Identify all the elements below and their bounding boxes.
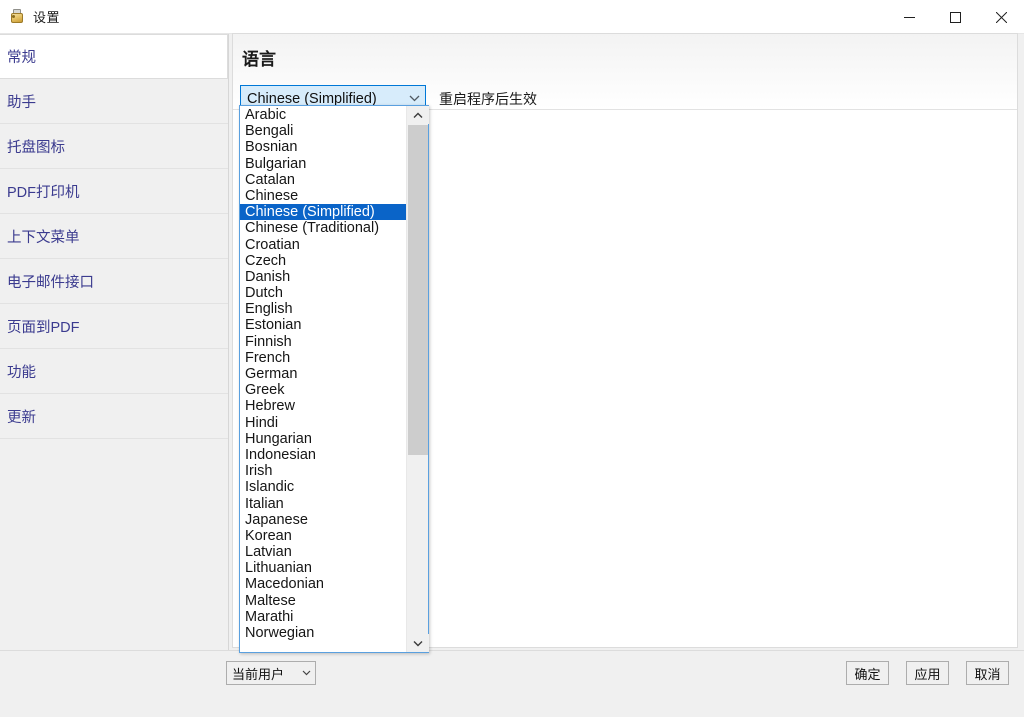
list-item[interactable]: Greek bbox=[240, 382, 406, 398]
ok-button[interactable]: 确定 bbox=[846, 661, 889, 685]
dropdown-options: Arabic Bengali Bosnian Bulgarian Catalan… bbox=[240, 106, 406, 652]
list-item[interactable]: Arabic bbox=[240, 107, 406, 123]
list-item[interactable]: Bosnian bbox=[240, 139, 406, 155]
settings-app-icon bbox=[8, 8, 26, 26]
scope-combobox-value: 当前用户 bbox=[232, 666, 285, 682]
list-item[interactable]: French bbox=[240, 350, 406, 366]
sidebar-item-pdf-printer[interactable]: PDF打印机 bbox=[0, 169, 228, 214]
list-item[interactable]: Macedonian bbox=[240, 576, 406, 592]
list-item[interactable]: Latvian bbox=[240, 544, 406, 560]
window-title: 设置 bbox=[33, 10, 61, 25]
list-item-selected[interactable]: Chinese (Simplified) bbox=[240, 204, 406, 221]
close-icon[interactable] bbox=[978, 0, 1024, 34]
sidebar-item-features[interactable]: 功能 bbox=[0, 349, 228, 394]
list-item[interactable]: Lithuanian bbox=[240, 560, 406, 576]
window-controls bbox=[886, 0, 1024, 34]
page-title: 语言 bbox=[242, 50, 276, 70]
sidebar-item-label: PDF打印机 bbox=[7, 184, 80, 201]
sidebar-item-assistant[interactable]: 助手 bbox=[0, 79, 228, 124]
sidebar-item-general[interactable]: 常规 bbox=[0, 34, 228, 79]
list-item[interactable]: Hindi bbox=[240, 415, 406, 431]
list-item[interactable]: Maltese bbox=[240, 593, 406, 609]
list-item[interactable]: Irish bbox=[240, 463, 406, 479]
maximize-icon[interactable] bbox=[932, 0, 978, 34]
chevron-up-icon[interactable] bbox=[407, 106, 429, 124]
settings-window: 设置 常规 助手 托盘图标 PDF打印机 上下文菜单 电子邮件接口 页面到PDF… bbox=[0, 0, 1024, 717]
sidebar-item-label: 托盘图标 bbox=[7, 139, 65, 156]
sidebar-item-updates[interactable]: 更新 bbox=[0, 394, 228, 439]
list-item[interactable]: Chinese bbox=[240, 188, 406, 204]
scrollbar-thumb[interactable] bbox=[408, 125, 428, 455]
list-item[interactable]: Japanese bbox=[240, 512, 406, 528]
title-bar: 设置 bbox=[0, 0, 1024, 34]
list-item[interactable]: German bbox=[240, 366, 406, 382]
list-item[interactable]: Bulgarian bbox=[240, 156, 406, 172]
sidebar-item-label: 助手 bbox=[7, 94, 36, 111]
list-item[interactable]: Norwegian bbox=[240, 625, 406, 641]
sidebar-item-label: 更新 bbox=[7, 409, 36, 426]
list-item[interactable]: Chinese (Traditional) bbox=[240, 220, 406, 236]
list-item[interactable]: Finnish bbox=[240, 334, 406, 350]
sidebar-item-label: 上下文菜单 bbox=[7, 229, 80, 246]
list-item[interactable]: Dutch bbox=[240, 285, 406, 301]
sidebar-item-email-interface[interactable]: 电子邮件接口 bbox=[0, 259, 228, 304]
dropdown-scrollbar[interactable] bbox=[406, 106, 429, 652]
footer-buttons: 确定 应用 取消 bbox=[846, 661, 1009, 685]
list-item[interactable]: Italian bbox=[240, 496, 406, 512]
sidebar-item-label: 电子邮件接口 bbox=[7, 274, 94, 291]
sidebar-item-label: 常规 bbox=[7, 50, 36, 66]
sidebar-nav: 常规 助手 托盘图标 PDF打印机 上下文菜单 电子邮件接口 页面到PDF 功能… bbox=[0, 34, 229, 717]
chevron-down-icon bbox=[297, 670, 315, 676]
sidebar-item-context-menu[interactable]: 上下文菜单 bbox=[0, 214, 228, 259]
footer-bar: 当前用户 确定 应用 取消 bbox=[0, 650, 1024, 717]
minimize-icon[interactable] bbox=[886, 0, 932, 34]
list-item[interactable]: Marathi bbox=[240, 609, 406, 625]
language-dropdown-list[interactable]: Arabic Bengali Bosnian Bulgarian Catalan… bbox=[239, 105, 429, 653]
apply-button[interactable]: 应用 bbox=[906, 661, 949, 685]
list-item[interactable]: Croatian bbox=[240, 237, 406, 253]
sidebar-item-tray-icon[interactable]: 托盘图标 bbox=[0, 124, 228, 169]
scope-combobox[interactable]: 当前用户 bbox=[226, 661, 316, 685]
list-item[interactable]: Hebrew bbox=[240, 398, 406, 414]
chevron-down-icon bbox=[403, 95, 425, 102]
sidebar-item-label: 页面到PDF bbox=[7, 319, 80, 336]
list-item[interactable]: Islandic bbox=[240, 479, 406, 495]
cancel-button[interactable]: 取消 bbox=[966, 661, 1009, 685]
sidebar-item-label: 功能 bbox=[7, 364, 36, 381]
list-item[interactable]: English bbox=[240, 301, 406, 317]
list-item[interactable]: Indonesian bbox=[240, 447, 406, 463]
chevron-down-icon[interactable] bbox=[407, 634, 429, 652]
list-item[interactable]: Korean bbox=[240, 528, 406, 544]
list-item[interactable]: Catalan bbox=[240, 172, 406, 188]
restart-hint-text: 重启程序后生效 bbox=[439, 91, 537, 107]
sidebar-item-page-to-pdf[interactable]: 页面到PDF bbox=[0, 304, 228, 349]
list-item[interactable]: Danish bbox=[240, 269, 406, 285]
list-item[interactable]: Hungarian bbox=[240, 431, 406, 447]
list-item[interactable]: Bengali bbox=[240, 123, 406, 139]
list-item[interactable]: Estonian bbox=[240, 317, 406, 333]
list-item[interactable]: Czech bbox=[240, 253, 406, 269]
